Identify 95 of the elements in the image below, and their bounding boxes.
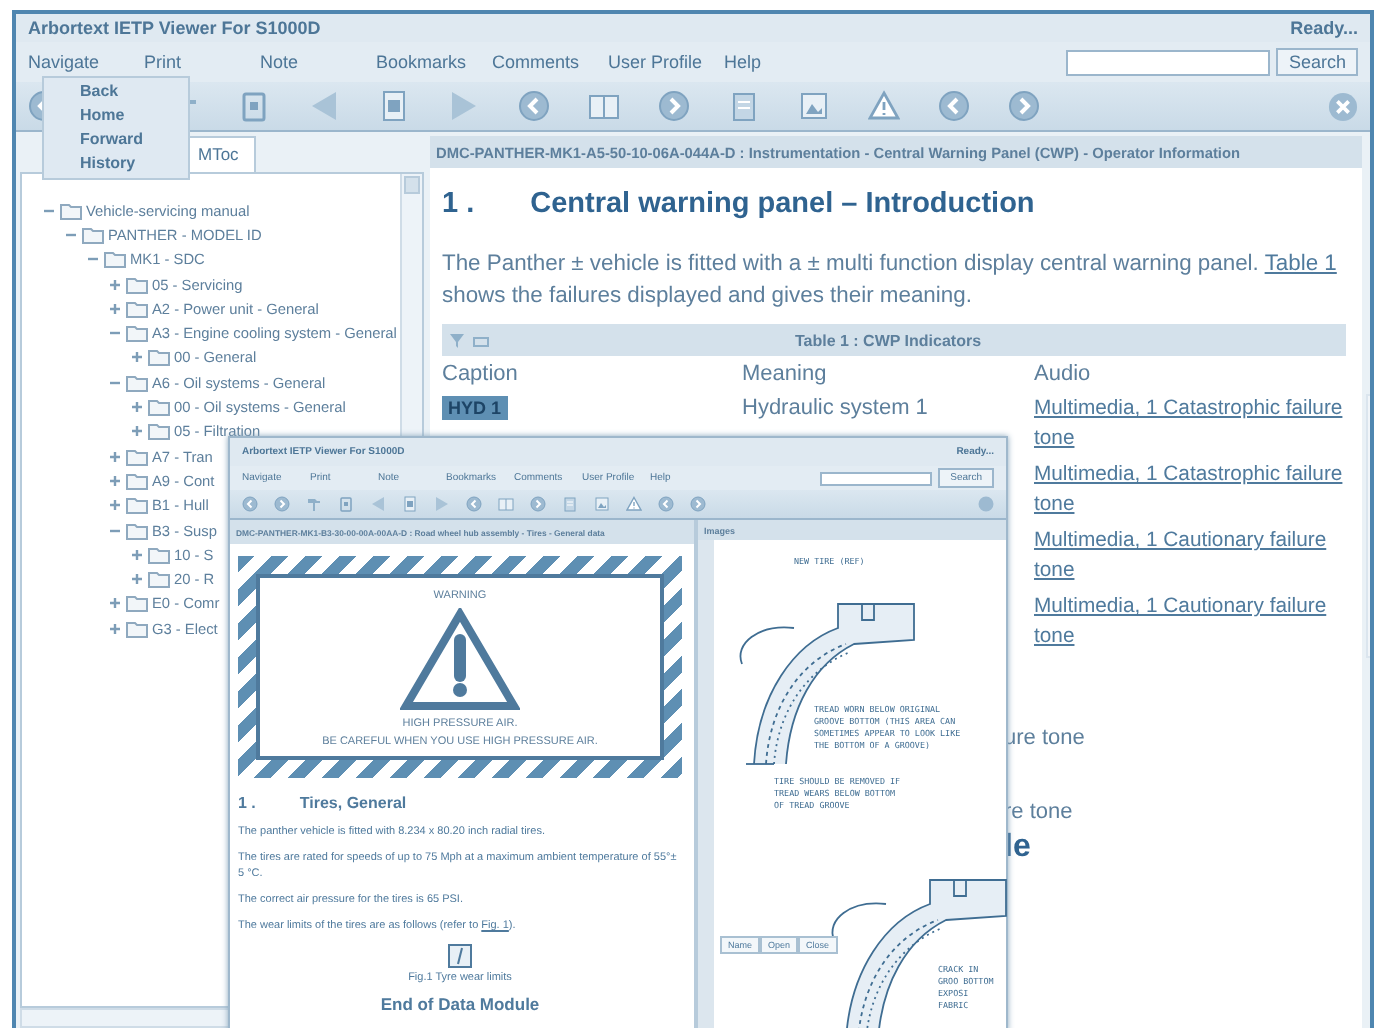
audio-link[interactable]: Multimedia, 1 Cautionary failure tone — [1034, 526, 1366, 592]
page-icon[interactable] — [402, 496, 418, 512]
left-triangle-icon[interactable] — [370, 496, 386, 512]
folder-icon — [126, 521, 148, 539]
folder-icon — [148, 422, 170, 441]
image-icon[interactable] — [798, 90, 830, 122]
folder-icon — [148, 398, 170, 417]
warning-icon[interactable] — [868, 90, 900, 122]
menu-option[interactable]: History — [80, 152, 188, 176]
expand-icon[interactable] — [130, 572, 144, 587]
menu-item[interactable]: Bookmarks — [376, 52, 492, 72]
folder-icon — [126, 619, 148, 638]
page-icon[interactable] — [378, 90, 410, 122]
warning-icon — [400, 608, 520, 712]
search-field[interactable] — [1066, 49, 1271, 75]
folder-icon — [126, 324, 148, 343]
clipboard-icon[interactable] — [338, 496, 354, 512]
expand-icon[interactable] — [130, 424, 144, 439]
left-arrow-circle-icon[interactable] — [242, 496, 258, 512]
menu-item[interactable]: Note — [260, 52, 376, 72]
right-arrow-circle-icon[interactable] — [530, 496, 546, 512]
folder-icon — [126, 496, 148, 515]
folder-icon — [126, 373, 148, 392]
table-link[interactable]: Table 1 — [1264, 252, 1337, 276]
menu-option[interactable]: Back — [80, 80, 188, 104]
table-title: Table 1 : CWP Indicators — [792, 331, 984, 349]
section-number: 1 . — [442, 188, 475, 220]
right-triangle-icon[interactable] — [448, 90, 480, 122]
window-title: Arbortext IETP Viewer For S1000D — [28, 18, 321, 38]
folder-icon — [148, 545, 170, 564]
expand-icon[interactable] — [108, 596, 122, 611]
book-icon[interactable] — [588, 90, 620, 122]
intro-paragraph: The Panther ± vehicle is fitted with a ± multi function display central warning panel. Table 1 shows the failures displayed and gives their meaning. — [442, 250, 1339, 312]
expand-icon[interactable] — [108, 301, 122, 316]
left-arrow-circle-icon[interactable] — [938, 90, 970, 122]
right-arrow-circle-icon[interactable] — [690, 496, 706, 512]
expand-icon[interactable] — [130, 547, 144, 562]
caption-label: HYD 1 — [442, 396, 508, 420]
expand-icon[interactable] — [108, 498, 122, 513]
folder-icon — [82, 225, 104, 244]
folder-icon — [126, 594, 148, 613]
column-header: Caption — [442, 362, 520, 390]
status-text: Ready... — [1290, 18, 1358, 38]
menu-option[interactable]: Home — [80, 104, 188, 128]
tab[interactable]: MToc — [188, 136, 257, 172]
folder-icon — [126, 471, 148, 490]
print-icon[interactable] — [472, 331, 490, 349]
menu-item[interactable]: Help — [724, 52, 840, 72]
book-icon[interactable] — [498, 496, 514, 512]
table-cell: Hydraulic system 1 — [742, 396, 928, 420]
menu-item[interactable]: User Profile — [608, 52, 724, 72]
folder-icon — [148, 348, 170, 367]
audio-link[interactable]: Multimedia, 1 Cautionary failure tone — [1034, 592, 1366, 658]
folder-icon — [60, 201, 82, 220]
left-triangle-icon[interactable] — [308, 90, 340, 122]
clipboard-icon[interactable] — [238, 90, 270, 122]
left-arrow-circle-icon[interactable] — [518, 90, 550, 122]
expand-icon[interactable] — [130, 400, 144, 415]
menu-item[interactable]: Comments — [492, 52, 608, 72]
left-arrow-circle-icon[interactable] — [658, 496, 674, 512]
warning-icon[interactable] — [626, 496, 642, 512]
search-button[interactable]: Search — [1276, 48, 1358, 76]
folder-icon — [126, 447, 148, 466]
menu-option[interactable]: Forward — [80, 128, 188, 152]
audio-link[interactable]: Multimedia, 1 Catastrophic failure tone — [1034, 394, 1366, 460]
menu-item[interactable]: Navigate — [28, 52, 144, 72]
audio-link[interactable]: Multimedia, 1 Catastrophic failure tone — [1034, 460, 1366, 526]
folder-icon — [148, 570, 170, 589]
right-arrow-circle-icon[interactable] — [658, 90, 690, 122]
image-icon[interactable] — [594, 496, 610, 512]
menu-item[interactable]: Print — [144, 52, 260, 72]
left-arrow-circle-icon[interactable] — [466, 496, 482, 512]
end-text: End of Data Module — [380, 994, 540, 1014]
column-header: Audio — [1034, 362, 1093, 390]
filter-icon[interactable] — [448, 331, 466, 349]
section-heading: Tires, General — [299, 794, 407, 812]
expand-icon[interactable] — [130, 350, 144, 365]
expand-icon[interactable] — [108, 277, 122, 292]
folder-icon — [126, 299, 148, 318]
figure-icon[interactable] — [448, 944, 472, 968]
expand-icon[interactable] — [108, 473, 122, 488]
right-arrow-circle-icon[interactable] — [274, 496, 290, 512]
expand-icon[interactable] — [108, 621, 122, 636]
right-arrow-circle-icon[interactable] — [1008, 90, 1040, 122]
column-header: Meaning — [742, 362, 829, 390]
right-triangle-icon[interactable] — [434, 496, 450, 512]
section-heading: Central warning panel – Introduction — [530, 188, 1035, 220]
search-field[interactable] — [820, 471, 933, 485]
tool-icon[interactable] — [306, 496, 322, 512]
folder-icon — [126, 275, 148, 294]
folder-icon — [104, 250, 126, 269]
document-icon[interactable] — [728, 90, 760, 122]
document-icon[interactable] — [562, 496, 578, 512]
expand-icon[interactable] — [108, 449, 122, 464]
section-number: 1 . — [238, 794, 256, 812]
